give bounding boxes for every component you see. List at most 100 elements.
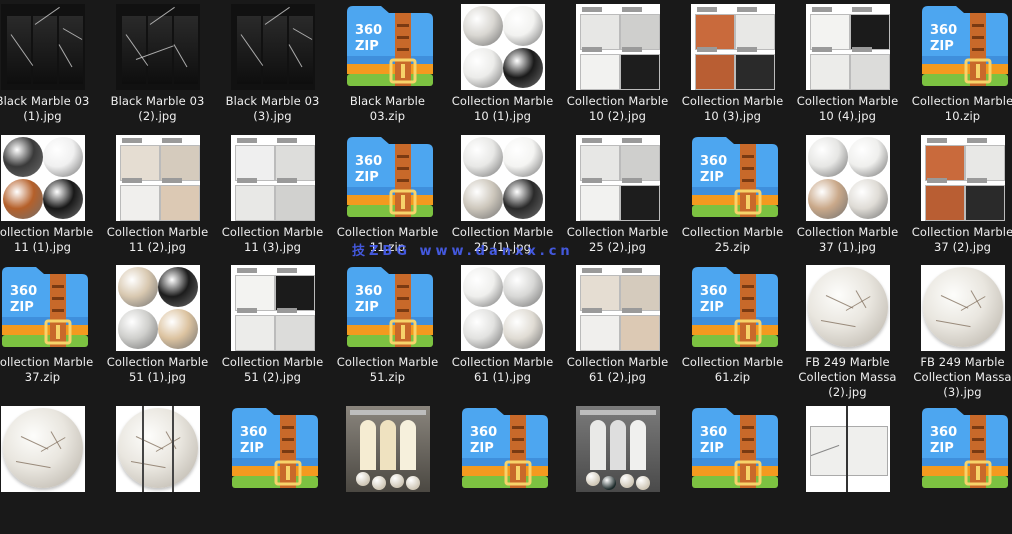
image-thumbnail bbox=[805, 4, 890, 90]
file-item[interactable]: 360 ZIP bbox=[675, 404, 790, 534]
file-item[interactable]: Collection Marble 51 (1).jpg bbox=[100, 263, 215, 393]
file-item[interactable] bbox=[790, 404, 905, 534]
svg-text:360: 360 bbox=[700, 284, 727, 299]
file-item[interactable]: Collection Marble 61 (1).jpg bbox=[445, 263, 560, 393]
file-name-label: Black Marble 03 (3).jpg bbox=[225, 94, 320, 123]
file-name-label: Black Marble 03 (2).jpg bbox=[110, 94, 205, 123]
file-item[interactable]: Collection Marble 11 (1).jpg bbox=[0, 133, 100, 263]
image-thumbnail bbox=[115, 406, 200, 492]
svg-text:ZIP: ZIP bbox=[930, 39, 954, 54]
zip-file-icon: 360 ZIP bbox=[0, 265, 90, 353]
image-thumbnail bbox=[690, 4, 775, 90]
file-item[interactable]: Collection Marble 11 (3).jpg bbox=[215, 133, 330, 263]
svg-text:360: 360 bbox=[930, 23, 957, 38]
file-item[interactable]: Collection Marble 37 (1).jpg bbox=[790, 133, 905, 263]
file-item[interactable]: 360 ZIP Black Marble 03.zip bbox=[330, 2, 445, 132]
file-name-label: Collection Marble 51.zip bbox=[336, 355, 439, 384]
image-thumbnail bbox=[920, 135, 1005, 221]
file-name-label: Collection Marble 37 (2).jpg bbox=[911, 225, 1012, 254]
zip-archive-icon: 360 ZIP bbox=[461, 408, 548, 488]
file-item[interactable] bbox=[100, 404, 215, 534]
file-item[interactable]: 360 ZIP Collection Marble 51.zip bbox=[330, 263, 445, 393]
file-item[interactable] bbox=[330, 404, 445, 534]
zip-file-icon: 360 ZIP bbox=[686, 135, 780, 223]
material-sphere bbox=[462, 309, 503, 349]
file-item[interactable]: Collection Marble 10 (3).jpg bbox=[675, 2, 790, 132]
zip-archive-icon: 360 ZIP bbox=[691, 137, 778, 217]
file-item[interactable]: 360 ZIP Collection Marble 37.zip bbox=[0, 263, 100, 393]
material-sphere bbox=[42, 137, 83, 177]
image-thumbnail bbox=[115, 265, 200, 351]
file-item[interactable]: Collection Marble 10 (4).jpg bbox=[790, 2, 905, 132]
file-item[interactable]: Collection Marble 37 (2).jpg bbox=[905, 133, 1012, 263]
material-sphere bbox=[502, 309, 543, 349]
material-sphere bbox=[2, 179, 43, 219]
material-sphere bbox=[42, 179, 83, 219]
zip-file-icon: 360 ZIP bbox=[686, 406, 780, 494]
material-sphere bbox=[847, 137, 888, 177]
file-item[interactable]: Black Marble 03 (3).jpg bbox=[215, 2, 330, 132]
zip-file-icon: 360 ZIP bbox=[456, 406, 550, 494]
image-thumbnail bbox=[460, 265, 545, 351]
image-thumbnail bbox=[115, 135, 200, 221]
material-sphere bbox=[502, 6, 543, 46]
svg-text:ZIP: ZIP bbox=[700, 300, 724, 315]
file-name-label: Collection Marble 10.zip bbox=[911, 94, 1012, 123]
file-item[interactable]: Collection Marble 10 (1).jpg bbox=[445, 2, 560, 132]
zip-archive-icon: 360 ZIP bbox=[921, 408, 1008, 488]
file-item[interactable] bbox=[0, 404, 100, 534]
zip-file-icon: 360 ZIP bbox=[341, 135, 435, 223]
file-item[interactable]: Collection Marble 10 (2).jpg bbox=[560, 2, 675, 132]
material-sphere bbox=[807, 179, 848, 219]
image-thumbnail bbox=[115, 4, 200, 90]
svg-text:360: 360 bbox=[930, 425, 957, 440]
file-name-label: Black Marble 03.zip bbox=[349, 94, 426, 123]
zip-archive-icon: 360 ZIP bbox=[1, 267, 88, 347]
zip-archive-icon: 360 ZIP bbox=[691, 408, 778, 488]
file-item[interactable]: Collection Marble 61 (2).jpg bbox=[560, 263, 675, 393]
file-name-label: Collection Marble 51 (2).jpg bbox=[221, 355, 324, 384]
file-item[interactable]: FB 249 Marble Collection Massa (2).jpg bbox=[790, 263, 905, 399]
image-thumbnail bbox=[575, 265, 660, 351]
zip-archive-icon: 360 ZIP bbox=[346, 6, 433, 86]
material-sphere bbox=[2, 137, 43, 177]
file-item[interactable]: 360 ZIP Collection Marble 25.zip bbox=[675, 133, 790, 263]
file-item[interactable]: Collection Marble 51 (2).jpg bbox=[215, 263, 330, 393]
file-item[interactable]: Black Marble 03 (2).jpg bbox=[100, 2, 215, 132]
svg-text:360: 360 bbox=[10, 284, 37, 299]
image-thumbnail bbox=[0, 406, 85, 492]
file-name-label: FB 249 Marble Collection Massa (3).jpg bbox=[913, 355, 1012, 399]
image-thumbnail bbox=[230, 265, 315, 351]
file-item[interactable]: FB 249 Marble Collection Massa (3).jpg bbox=[905, 263, 1012, 399]
svg-text:ZIP: ZIP bbox=[240, 441, 264, 456]
file-item[interactable]: Collection Marble 25 (2).jpg bbox=[560, 133, 675, 263]
zip-archive-icon: 360 ZIP bbox=[346, 137, 433, 217]
material-sphere bbox=[157, 267, 198, 307]
material-sphere bbox=[502, 137, 543, 177]
svg-text:360: 360 bbox=[355, 284, 382, 299]
zip-archive-icon: 360 ZIP bbox=[346, 267, 433, 347]
image-thumbnail bbox=[0, 4, 85, 90]
file-item[interactable]: 360 ZIP Collection Marble 61.zip bbox=[675, 263, 790, 393]
svg-text:360: 360 bbox=[470, 425, 497, 440]
watermark-text: 技ZBG www.danxx.cn bbox=[352, 244, 574, 259]
file-item[interactable]: 360 ZIP bbox=[905, 404, 1012, 534]
image-thumbnail bbox=[805, 265, 890, 351]
file-item[interactable]: Black Marble 03 (1).jpg bbox=[0, 2, 100, 132]
file-item[interactable] bbox=[560, 404, 675, 534]
image-thumbnail bbox=[575, 135, 660, 221]
image-thumbnail bbox=[0, 135, 85, 221]
material-sphere bbox=[502, 267, 543, 307]
file-item[interactable]: 360 ZIP bbox=[215, 404, 330, 534]
material-sphere bbox=[462, 137, 503, 177]
file-item[interactable]: 360 ZIP bbox=[445, 404, 560, 534]
zip-archive-icon: 360 ZIP bbox=[691, 267, 778, 347]
zip-archive-icon: 360 ZIP bbox=[921, 6, 1008, 86]
file-item[interactable]: 360 ZIP Collection Marble 10.zip bbox=[905, 2, 1012, 132]
file-name-label: Collection Marble 37 (1).jpg bbox=[796, 225, 899, 254]
file-name-label: Collection Marble 51 (1).jpg bbox=[106, 355, 209, 384]
file-name-label: Collection Marble 10 (4).jpg bbox=[796, 94, 899, 123]
file-name-label: FB 249 Marble Collection Massa (2).jpg bbox=[798, 355, 897, 399]
svg-text:ZIP: ZIP bbox=[700, 170, 724, 185]
file-item[interactable]: Collection Marble 11 (2).jpg bbox=[100, 133, 215, 263]
